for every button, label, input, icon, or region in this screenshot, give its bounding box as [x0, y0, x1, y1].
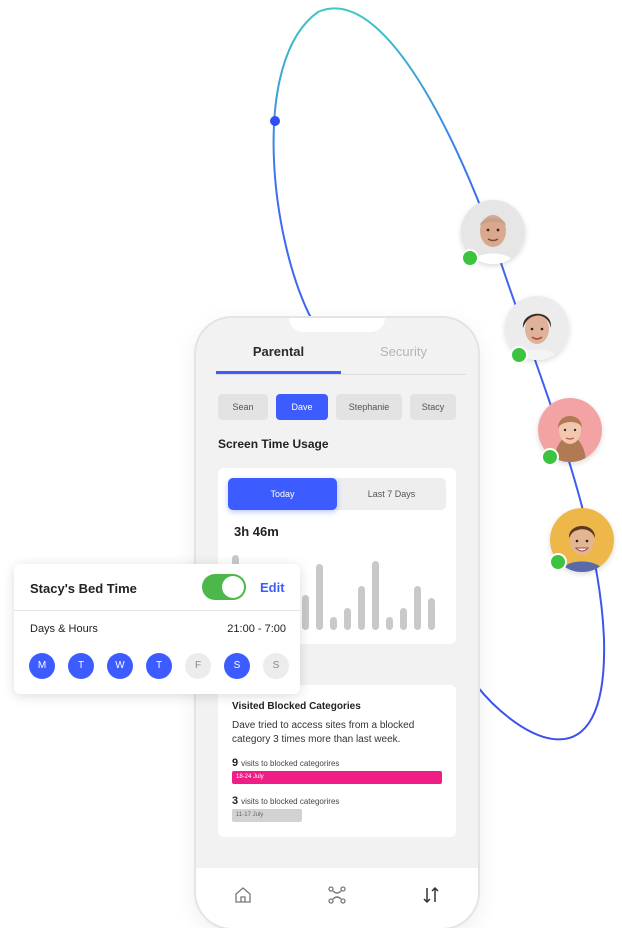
blocked-title: Visited Blocked Categories: [232, 701, 361, 712]
online-status-dot: [541, 448, 559, 466]
blocked-description: Dave tried to access sites from a blocke…: [232, 720, 415, 745]
bottom-nav: [196, 868, 478, 928]
tab-bar: Parental Security: [216, 336, 466, 375]
visit-row-current: 9 visits to blocked categorires: [232, 757, 339, 769]
divider: [14, 610, 300, 611]
usage-bar: [316, 564, 323, 630]
usage-bar: [428, 598, 435, 630]
bedtime-toggle[interactable]: [202, 574, 246, 600]
day-saturday[interactable]: S: [224, 653, 250, 679]
day-friday[interactable]: F: [185, 653, 211, 679]
visit-count: 3: [232, 795, 239, 807]
visit-bar-current: 18-24 July: [232, 771, 442, 784]
home-icon[interactable]: [230, 882, 256, 908]
usage-bar: [372, 561, 379, 630]
usage-bar: [414, 586, 421, 630]
usage-bar: [358, 586, 365, 630]
online-status-dot: [461, 249, 479, 267]
tab-parental[interactable]: Parental: [216, 336, 341, 374]
day-sunday[interactable]: S: [263, 653, 289, 679]
online-status-dot: [549, 553, 567, 571]
range-today-button[interactable]: Today: [228, 478, 337, 510]
online-status-dot: [510, 346, 528, 364]
usage-bar: [344, 608, 351, 630]
kid-chip-stacy[interactable]: Stacy: [410, 394, 456, 420]
usage-total: 3h 46m: [234, 524, 279, 539]
day-wednesday[interactable]: W: [107, 653, 133, 679]
range-toggle: Today Last 7 Days: [228, 478, 446, 510]
usage-bar: [330, 617, 337, 630]
visit-text: visits to blocked categorires: [241, 797, 340, 806]
screen-time-title: Screen Time Usage: [218, 437, 329, 451]
visit-count: 9: [232, 757, 239, 769]
visit-bar-previous: 11-17 July: [232, 809, 302, 822]
blocked-categories-card: Visited Blocked Categories Dave tried to…: [218, 685, 456, 837]
bedtime-card: Stacy's Bed Time Edit Days & Hours 21:00…: [14, 564, 300, 694]
day-tuesday[interactable]: T: [68, 653, 94, 679]
kid-chip-dave[interactable]: Dave: [276, 394, 328, 420]
days-hours-label: Days & Hours: [30, 623, 98, 635]
phone-notch: [289, 318, 385, 332]
visit-row-previous: 3 visits to blocked categorires: [232, 795, 339, 807]
edit-button[interactable]: Edit: [260, 580, 285, 595]
orbit-node: [270, 116, 280, 126]
day-selector: M T W T F S S: [29, 653, 289, 679]
usage-bar: [386, 617, 393, 630]
sort-arrows-icon[interactable]: [418, 882, 444, 908]
kid-chip-sean[interactable]: Sean: [218, 394, 268, 420]
usage-bar: [302, 595, 309, 630]
bedtime-title: Stacy's Bed Time: [30, 581, 137, 596]
toggle-knob: [222, 576, 244, 598]
day-thursday[interactable]: T: [146, 653, 172, 679]
visit-text: visits to blocked categorires: [241, 759, 340, 768]
scan-icon[interactable]: [324, 882, 350, 908]
bedtime-range: 21:00 - 7:00: [227, 623, 286, 635]
tab-security[interactable]: Security: [341, 336, 466, 374]
kid-selector: Sean Dave Stephanie Stacy: [218, 394, 458, 420]
kid-chip-stephanie[interactable]: Stephanie: [336, 394, 402, 420]
day-monday[interactable]: M: [29, 653, 55, 679]
usage-bar: [400, 608, 407, 630]
range-last-7-days-button[interactable]: Last 7 Days: [337, 478, 446, 510]
